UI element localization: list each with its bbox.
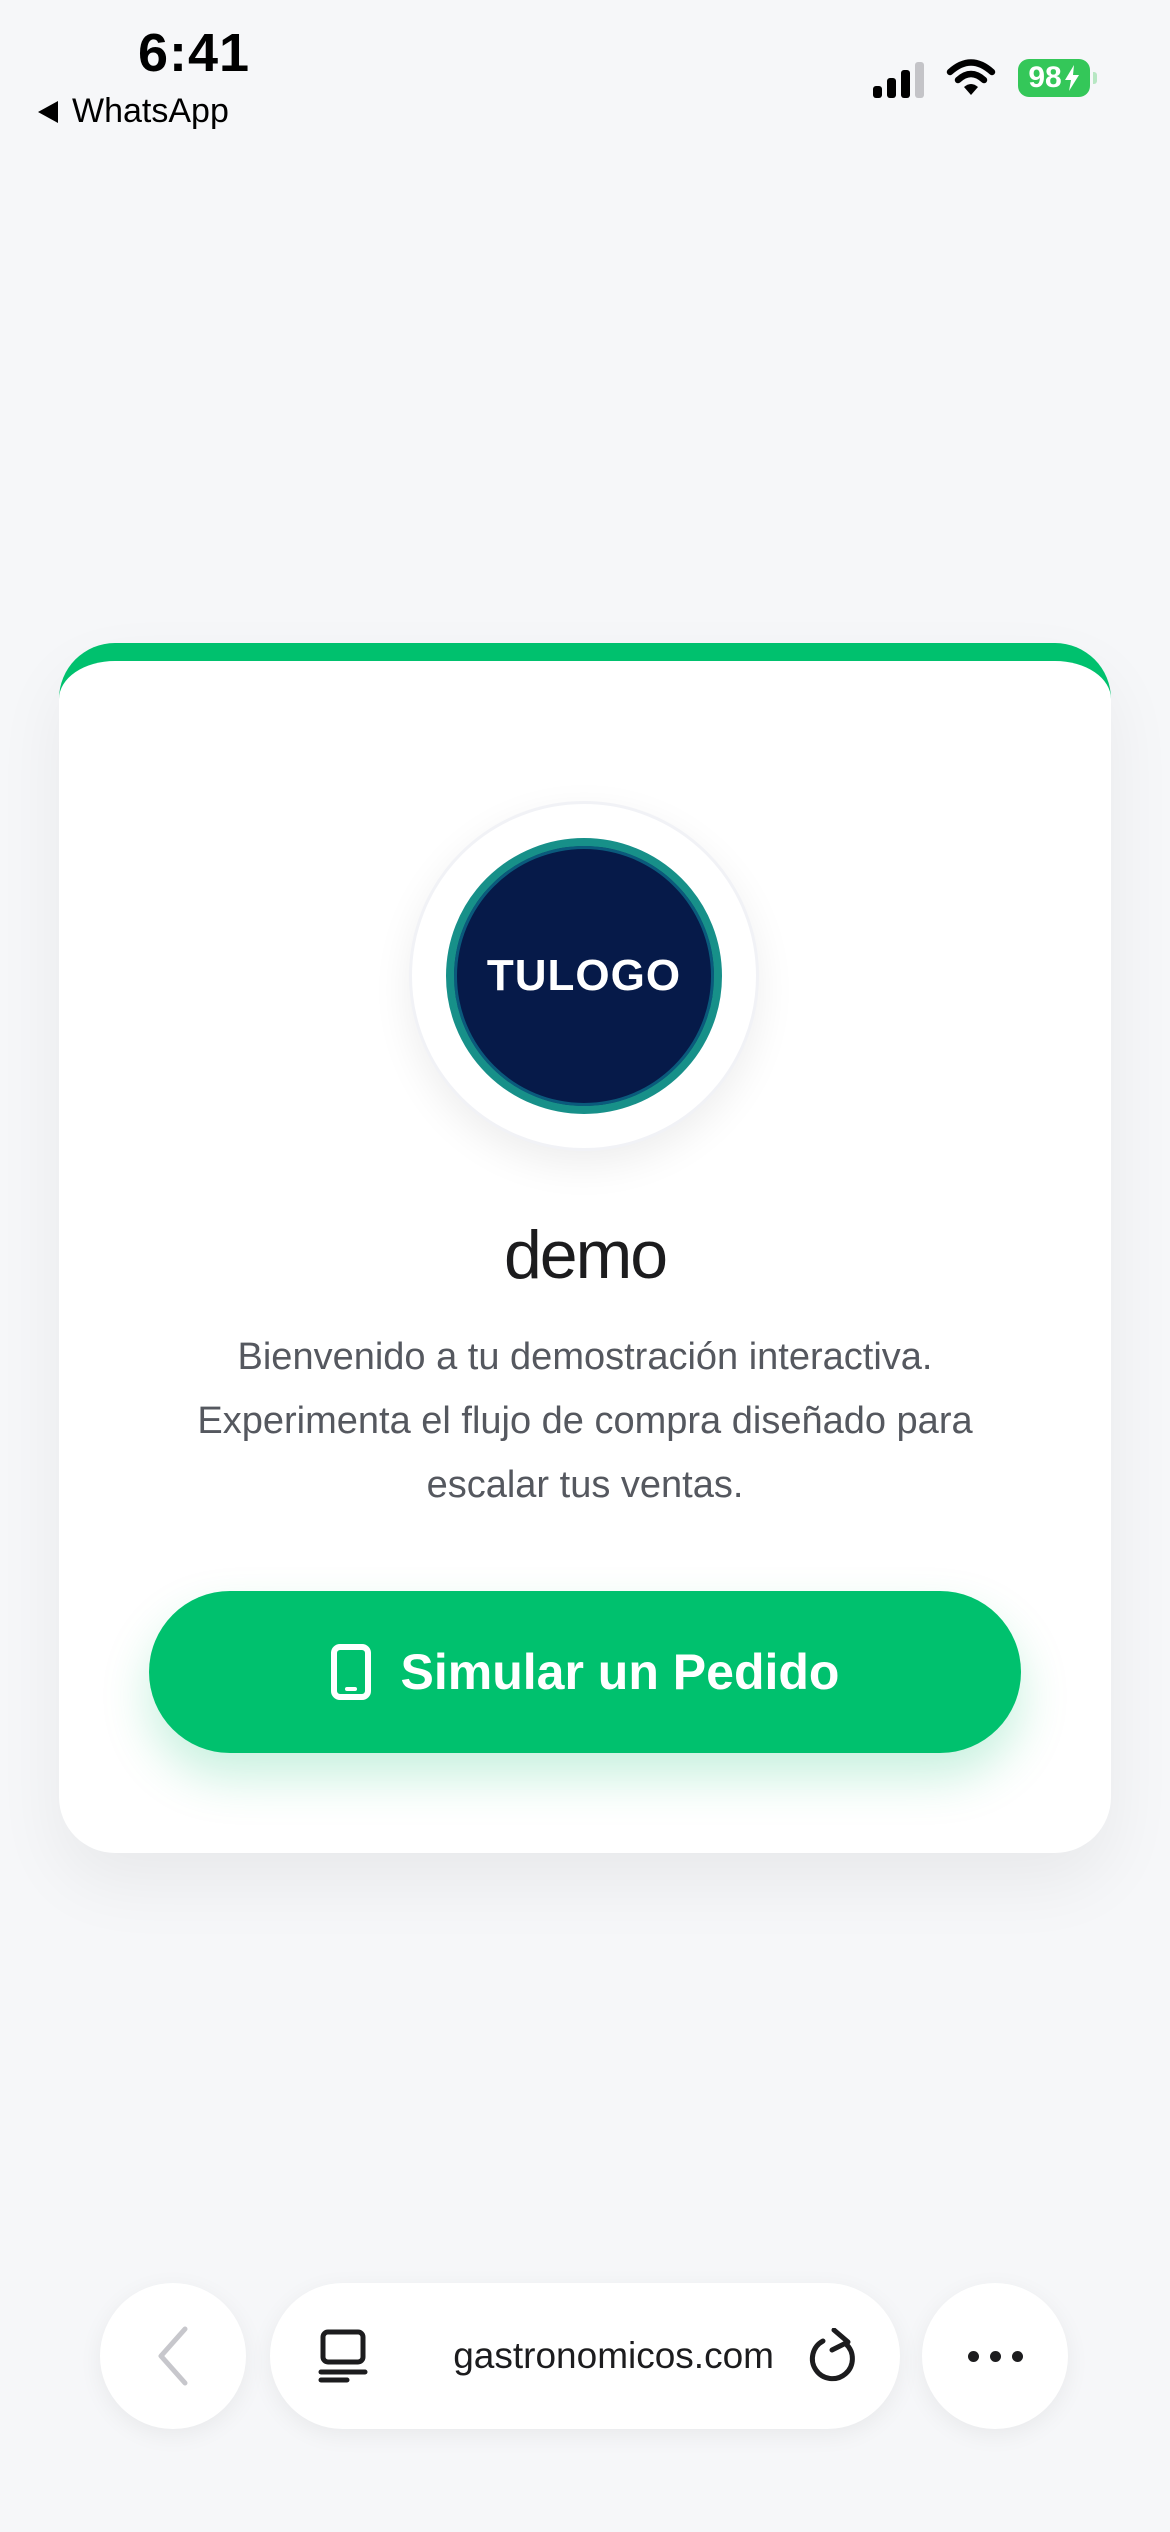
battery-level: 98 — [1028, 61, 1062, 94]
back-to-app-button[interactable]: WhatsApp — [38, 92, 229, 131]
reload-icon[interactable] — [808, 2328, 860, 2384]
welcome-card: TULOGO demo Bienvenido a tu demostración… — [59, 643, 1111, 1853]
logo-text: TULOGO — [486, 951, 682, 1000]
simulate-order-label: Simular un Pedido — [400, 1644, 840, 1700]
chevron-left-icon — [158, 2326, 188, 2386]
status-time: 6:41 — [138, 23, 251, 83]
back-to-app-label: WhatsApp — [72, 92, 229, 130]
back-triangle-icon — [38, 100, 58, 123]
brand-logo: TULOGO — [446, 838, 722, 1114]
brand-name: demo — [503, 1217, 668, 1293]
welcome-text: Bienvenido a tu demostración interactiva… — [197, 1336, 973, 1506]
battery-indicator: 98 — [1018, 59, 1097, 97]
browser-back-button[interactable] — [100, 2283, 246, 2429]
charging-bolt-icon — [1064, 65, 1079, 91]
more-icon — [967, 2350, 1023, 2362]
simulate-order-button[interactable]: Simular un Pedido — [149, 1591, 1021, 1753]
address-bar[interactable]: gastronomicos.com — [270, 2283, 900, 2429]
page-menu-icon[interactable] — [318, 2329, 368, 2383]
logo-container: TULOGO — [409, 801, 759, 1151]
more-options-button[interactable] — [922, 2283, 1068, 2429]
cellular-signal-icon — [873, 58, 924, 98]
url-text: gastronomicos.com — [453, 2335, 774, 2376]
status-indicators: 98 — [873, 58, 1097, 98]
smartphone-icon — [330, 1644, 371, 1700]
wifi-icon — [946, 59, 996, 95]
